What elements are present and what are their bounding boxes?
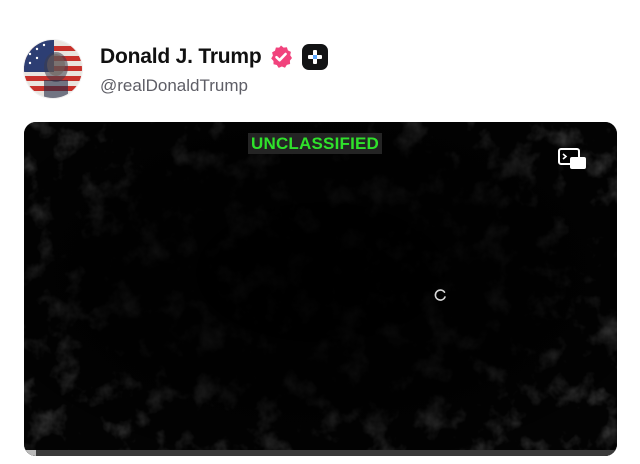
picture-in-picture-button[interactable]	[557, 146, 589, 174]
loading-spinner-icon	[433, 288, 447, 302]
name-row: Donald J. Trump	[100, 43, 328, 71]
video-progress-fill	[24, 450, 36, 456]
video-frame	[24, 122, 617, 456]
post-header: Donald J. Trump @realDonaldTrump	[24, 40, 328, 98]
verified-badge-icon	[268, 44, 294, 70]
picture-in-picture-icon	[558, 148, 586, 169]
author-handle[interactable]: @realDonaldTrump	[100, 76, 328, 96]
video-progress-bar[interactable]	[24, 450, 617, 456]
video-player[interactable]: UNCLASSIFIED	[24, 122, 617, 456]
author-display-name[interactable]: Donald J. Trump	[100, 45, 262, 69]
flag-portrait-avatar-icon	[24, 40, 82, 98]
avatar[interactable]	[24, 40, 82, 98]
plus-badge-icon	[301, 43, 328, 70]
author-info: Donald J. Trump @realDonaldTrump	[100, 43, 328, 96]
classification-banner: UNCLASSIFIED	[248, 133, 383, 154]
